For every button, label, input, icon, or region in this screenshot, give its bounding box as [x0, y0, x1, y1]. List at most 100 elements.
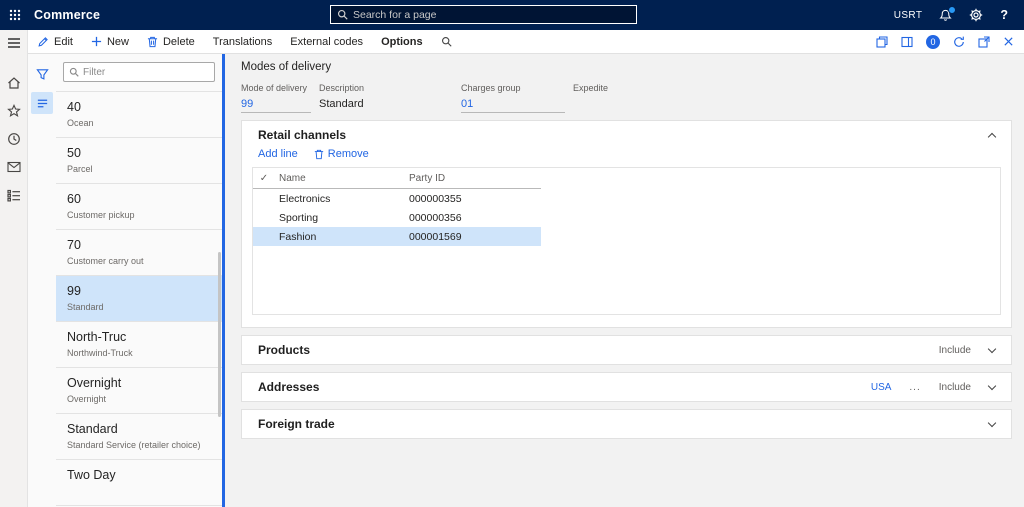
recent-clock-icon[interactable] — [6, 131, 22, 147]
waffle-icon — [9, 9, 21, 21]
refresh-icon[interactable] — [953, 36, 965, 48]
record-subtitle: Standard — [67, 302, 104, 312]
record-item[interactable]: Two Day — [56, 460, 222, 506]
settings-gear-icon[interactable] — [969, 8, 983, 22]
section-title: Foreign trade — [258, 417, 335, 431]
messages-count-badge[interactable]: 0 — [926, 34, 940, 49]
column-header-name[interactable]: Name — [275, 173, 405, 184]
list-view-button[interactable] — [31, 92, 53, 114]
addresses-header[interactable]: Addresses USA ... Include — [242, 373, 1011, 401]
retail-channels-toolbar: Add line Remove — [242, 147, 1011, 165]
record-item-selected[interactable]: 99 Standard — [56, 276, 222, 322]
field-value[interactable] — [573, 98, 663, 113]
record-title: North-Truc — [67, 330, 127, 344]
edit-button[interactable]: Edit — [28, 30, 82, 54]
record-subtitle: Standard Service (retailer choice) — [67, 440, 201, 450]
more-options-button[interactable]: ... — [909, 382, 920, 393]
grid-header-row: ✓ Name Party ID — [253, 168, 541, 189]
filter-input[interactable] — [83, 66, 209, 78]
record-subtitle — [67, 486, 211, 496]
products-header[interactable]: Products Include — [242, 336, 1011, 364]
app-launcher-button[interactable] — [0, 0, 30, 30]
record-subtitle: Overnight — [67, 394, 107, 404]
column-header-party-id[interactable]: Party ID — [405, 173, 541, 184]
record-item[interactable]: 50 Parcel — [56, 138, 222, 184]
view-strip — [28, 54, 56, 507]
translations-label: Translations — [212, 35, 273, 48]
field-label: Expedite — [573, 83, 609, 93]
hamburger-menu-icon[interactable] — [6, 35, 22, 51]
list-scrollbar[interactable] — [218, 252, 221, 417]
field-description: Description Standard — [319, 83, 453, 113]
panel-splitter[interactable] — [222, 54, 225, 507]
top-search-input[interactable] — [353, 8, 630, 21]
user-initials[interactable]: USRT — [894, 10, 923, 21]
new-label: New — [106, 35, 129, 48]
record-subtitle: Ocean — [67, 118, 94, 128]
section-title: Retail channels — [258, 128, 347, 142]
field-charges-group: Charges group 01 — [461, 83, 565, 113]
trash-icon — [147, 36, 158, 48]
table-row[interactable]: Sporting 000000356 — [253, 208, 541, 227]
record-item[interactable]: 70 Customer carry out — [56, 230, 222, 276]
record-item[interactable]: North-Truc Northwind-Truck — [56, 322, 222, 368]
translations-button[interactable]: Translations — [204, 30, 282, 54]
filter-box — [63, 62, 215, 82]
options-button[interactable]: Options — [372, 30, 432, 54]
chevron-up-icon — [987, 132, 997, 141]
home-icon[interactable] — [6, 75, 22, 91]
record-item[interactable]: 60 Customer pickup — [56, 184, 222, 230]
close-icon[interactable] — [1003, 36, 1014, 47]
options-label: Options — [381, 35, 423, 48]
retail-channels-header[interactable]: Retail channels — [242, 121, 1011, 147]
filter-funnel-icon[interactable] — [31, 63, 53, 85]
sidepane-icon[interactable] — [901, 36, 913, 48]
remove-label: Remove — [327, 148, 369, 160]
channels-table: ✓ Name Party ID Electronics 000000355 Sp… — [253, 168, 541, 246]
record-item[interactable]: Overnight Overnight — [56, 368, 222, 414]
external-codes-button[interactable]: External codes — [281, 30, 372, 54]
copy-window-icon[interactable] — [876, 35, 888, 48]
filter-search-icon — [69, 67, 79, 77]
cell-name: Sporting — [279, 211, 319, 224]
add-line-button[interactable]: Add line — [258, 148, 298, 160]
record-title: Two Day — [67, 468, 116, 482]
section-retail-channels: Retail channels Add line Remove ✓ Name P… — [241, 120, 1012, 328]
new-button[interactable]: New — [82, 30, 138, 54]
notifications-bell-icon[interactable] — [939, 5, 957, 22]
cell-party-id: 000000356 — [409, 211, 462, 224]
favorites-star-icon[interactable] — [6, 103, 22, 119]
mail-icon[interactable] — [6, 159, 22, 175]
action-search-button[interactable] — [432, 30, 461, 54]
cell-party-id: 000001569 — [409, 230, 462, 243]
edit-pencil-icon — [37, 36, 49, 48]
field-value-link[interactable]: 99 — [241, 98, 311, 113]
section-foreign-trade: Foreign trade — [241, 409, 1012, 439]
products-include-value: Include — [938, 344, 971, 356]
addresses-include-value: Include — [938, 381, 971, 393]
remove-button[interactable]: Remove — [314, 148, 369, 160]
record-item[interactable]: Standard Standard Service (retailer choi… — [56, 414, 222, 460]
external-codes-label: External codes — [290, 35, 364, 48]
record-list-panel: 40 Ocean 50 Parcel 60 Customer pickup 70… — [56, 54, 222, 507]
table-row-selected[interactable]: Fashion 000001569 — [253, 227, 541, 246]
workspace-list-icon[interactable] — [6, 187, 22, 203]
table-row[interactable]: Electronics 000000355 — [253, 189, 541, 208]
section-title: Products — [258, 343, 311, 357]
record-title: 70 — [67, 238, 81, 252]
app-name[interactable]: Commerce — [34, 8, 100, 22]
addresses-usa-link[interactable]: USA — [871, 382, 892, 393]
record-subtitle: Northwind-Truck — [67, 348, 133, 358]
popout-icon[interactable] — [978, 35, 990, 48]
record-subtitle: Parcel — [67, 164, 93, 174]
section-addresses: Addresses USA ... Include — [241, 372, 1012, 402]
help-icon[interactable]: ? — [1000, 8, 1008, 22]
chevron-down-icon — [987, 381, 997, 391]
field-value[interactable]: Standard — [319, 98, 453, 113]
field-expedite: Expedite — [573, 83, 663, 113]
select-all-checkmark[interactable]: ✓ — [253, 173, 275, 184]
field-value-link[interactable]: 01 — [461, 98, 565, 113]
foreign-trade-header[interactable]: Foreign trade — [242, 410, 1011, 438]
delete-button[interactable]: Delete — [138, 30, 204, 54]
record-item[interactable]: 40 Ocean — [56, 92, 222, 138]
